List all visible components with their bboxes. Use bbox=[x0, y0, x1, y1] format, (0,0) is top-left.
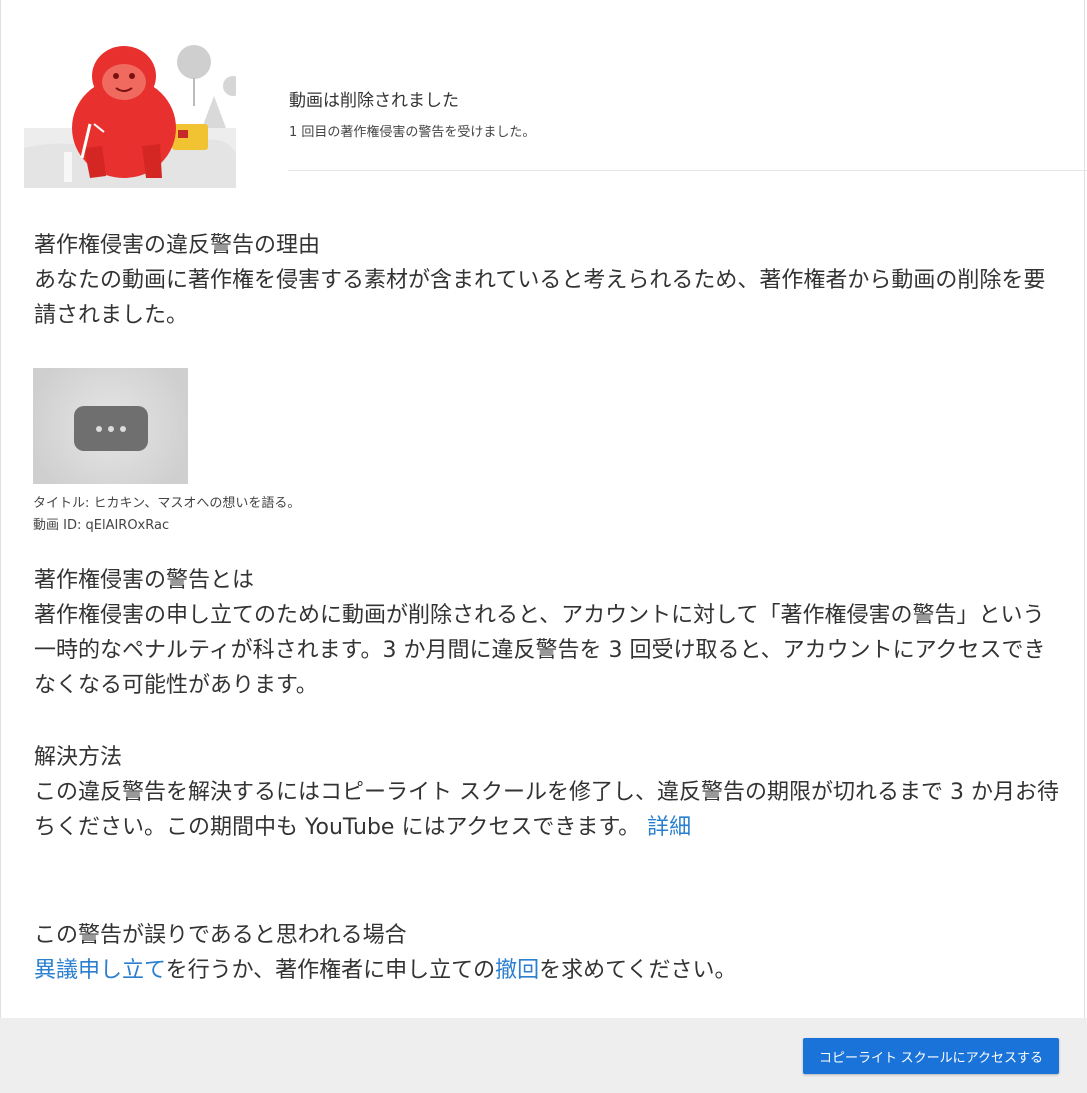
mistake-text-2: を求めてください。 bbox=[539, 958, 737, 983]
about-strike-section: 著作権侵害の警告とは 著作権侵害の申し立てのために動画が削除されると、アカウント… bbox=[34, 563, 1054, 703]
resolve-body: この違反警告を解決するにはコピーライト スクールを修了し、違反警告の期限が切れる… bbox=[34, 780, 1059, 840]
copyright-monster-illustration bbox=[24, 45, 236, 188]
reason-section: 著作権侵害の違反警告の理由 あなたの動画に著作権を侵害する素材が含まれていると考… bbox=[34, 228, 1054, 333]
header-text: 動画は削除されました 1 回目の著作権侵害の警告を受けました。 bbox=[289, 86, 535, 140]
notice-subtitle: 1 回目の著作権侵害の警告を受けました。 bbox=[289, 125, 536, 140]
about-strike-body: 著作権侵害の申し立てのために動画が削除されると、アカウントに対して「著作権侵害の… bbox=[34, 603, 1046, 698]
video-title-line: タイトル: ヒカキン、マスオへの想いを語る。 bbox=[33, 496, 301, 511]
notice-title: 動画は削除されました bbox=[289, 91, 459, 111]
copyright-school-button[interactable]: コピーライト スクールにアクセスする bbox=[803, 1038, 1059, 1074]
mistake-title: この警告が誤りであると思われる場合 bbox=[34, 923, 407, 948]
mistake-text-1: を行うか、著作権者に申し立ての bbox=[165, 958, 496, 983]
video-id-line: 動画 ID: qElAIROxRac bbox=[33, 518, 170, 533]
resolve-title: 解決方法 bbox=[34, 745, 123, 770]
learn-more-link[interactable]: 詳細 bbox=[647, 815, 691, 840]
header-divider bbox=[288, 170, 1087, 171]
dispute-link[interactable]: 異議申し立て bbox=[34, 958, 166, 983]
video-thumbnail[interactable] bbox=[33, 368, 188, 484]
mistake-section: この警告が誤りであると思われる場合 異議申し立てを行うか、著作権者に申し立ての撤… bbox=[34, 918, 1054, 988]
more-icon bbox=[74, 406, 148, 451]
resolve-body-wrap: この違反警告を解決するにはコピーライト スクールを修了し、違反警告の期限が切れる… bbox=[34, 775, 1064, 845]
about-strike-title: 著作権侵害の警告とは bbox=[34, 568, 255, 593]
reason-body: あなたの動画に著作権を侵害する素材が含まれていると考えられるため、著作権者から動… bbox=[34, 268, 1046, 328]
mistake-body: 異議申し立てを行うか、著作権者に申し立ての撤回を求めてください。 bbox=[34, 953, 1054, 988]
reason-title: 著作権侵害の違反警告の理由 bbox=[34, 233, 321, 258]
video-meta: タイトル: ヒカキン、マスオへの想いを語る。 動画 ID: qElAIROxRa… bbox=[33, 493, 300, 537]
retraction-link[interactable]: 撤回 bbox=[495, 958, 539, 983]
notice-header: 動画は削除されました 1 回目の著作権侵害の警告を受けました。 bbox=[24, 28, 1087, 188]
footer-bar: コピーライト スクールにアクセスする bbox=[0, 1018, 1087, 1093]
resolve-section: 解決方法 この違反警告を解決するにはコピーライト スクールを修了し、違反警告の期… bbox=[34, 740, 1064, 845]
